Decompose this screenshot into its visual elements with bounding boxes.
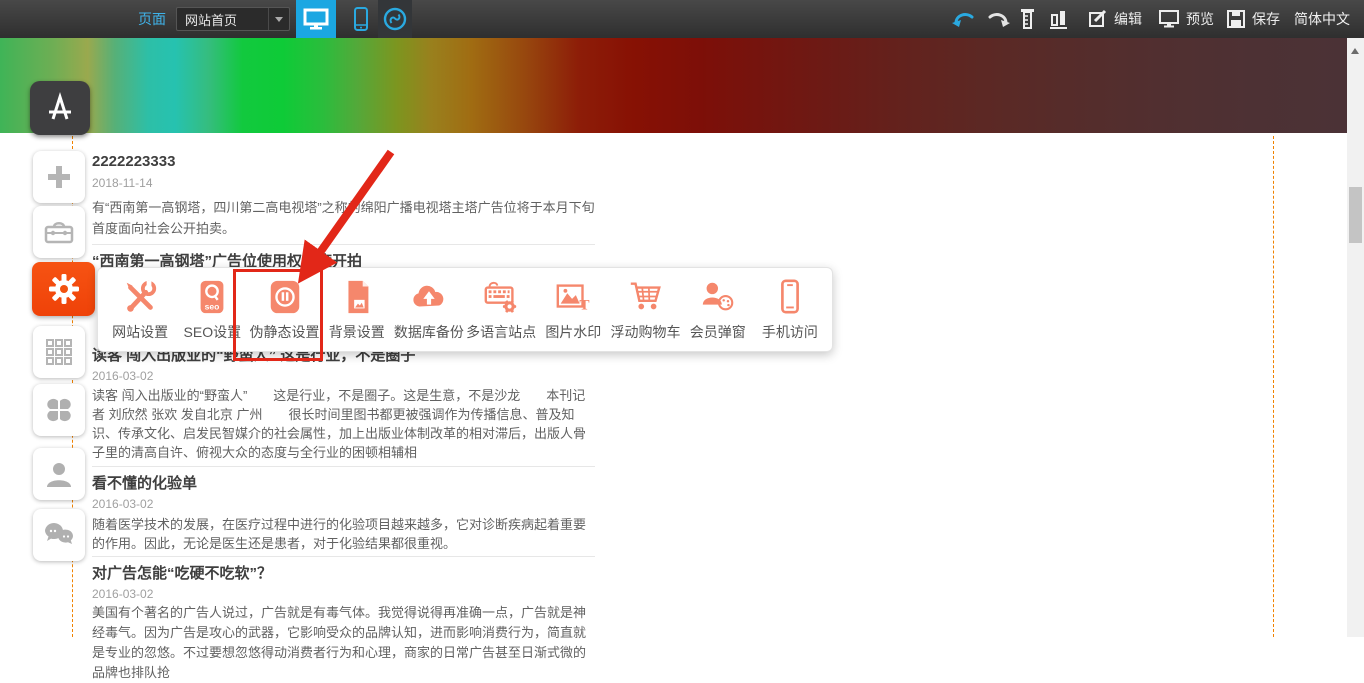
preview-button[interactable]: 预览 bbox=[1158, 0, 1214, 38]
app-logo-icon bbox=[43, 91, 77, 125]
save-button[interactable]: 保存 bbox=[1226, 0, 1280, 38]
divider bbox=[92, 466, 595, 467]
edit-label: 编辑 bbox=[1114, 9, 1142, 29]
article-date: 2018-11-14 bbox=[92, 176, 595, 190]
cloud-upload-icon bbox=[410, 278, 448, 316]
ruler-button[interactable] bbox=[1018, 0, 1036, 38]
chevron-down-icon bbox=[268, 8, 289, 30]
article-summary: 美国有个著名的广告人说过，广告就是有毒气体。我觉得说得再准确一点，广告就是神经毒… bbox=[92, 603, 595, 683]
wrench-screwdriver-icon bbox=[121, 278, 159, 316]
right-guide-line bbox=[1273, 136, 1274, 637]
article-date: 2016-03-02 bbox=[92, 369, 595, 383]
link-curve-icon bbox=[382, 6, 408, 32]
article-summary: 有“西南第一高钢塔，四川第二高电视塔”之称的绵阳广播电视塔主塔广告位将于本月下旬… bbox=[92, 197, 595, 239]
undo-icon bbox=[952, 9, 976, 29]
menu-item-multilanguage-site[interactable]: 多语言站点 bbox=[465, 278, 537, 342]
bar-chart-icon bbox=[1048, 8, 1070, 30]
menu-item-label: 网站设置 bbox=[112, 322, 168, 342]
menu-item-database-backup[interactable]: 数据库备份 bbox=[393, 278, 465, 342]
sidebar-item-modules[interactable] bbox=[33, 326, 85, 378]
shopping-cart-icon bbox=[627, 278, 665, 316]
menu-item-label: 数据库备份 bbox=[394, 322, 464, 342]
undo-button[interactable] bbox=[952, 0, 976, 38]
redo-icon bbox=[986, 9, 1010, 29]
grid-icon bbox=[45, 338, 73, 366]
preview-monitor-icon bbox=[1158, 9, 1180, 29]
article-title[interactable]: 2222223333 bbox=[92, 153, 595, 171]
gear-icon bbox=[48, 273, 80, 305]
page-selector-value: 网站首页 bbox=[185, 10, 237, 29]
pseudo-static-icon bbox=[266, 278, 304, 316]
member-popup-icon bbox=[699, 278, 737, 316]
settings-popup: 网站设置 seo SEO设置 伪静态设置 背景设置 bbox=[97, 267, 833, 352]
menu-item-label: 手机访问 bbox=[762, 322, 818, 342]
menu-item-label: 会员弹窗 bbox=[690, 322, 746, 342]
menu-item-image-watermark[interactable]: T 图片水印 bbox=[537, 278, 609, 342]
language-label: 简体中文 bbox=[1294, 9, 1350, 29]
desktop-icon bbox=[303, 7, 329, 31]
toolbox-icon bbox=[44, 219, 74, 245]
mobile-access-icon bbox=[771, 278, 809, 316]
preview-label: 预览 bbox=[1186, 9, 1214, 29]
scrollbar-thumb[interactable] bbox=[1349, 187, 1362, 243]
user-icon bbox=[44, 460, 74, 488]
divider bbox=[92, 244, 595, 245]
menu-item-background-settings[interactable]: 背景设置 bbox=[321, 278, 393, 342]
menu-item-seo-settings[interactable]: seo SEO设置 bbox=[176, 278, 248, 342]
plus-icon bbox=[46, 164, 72, 190]
stats-button[interactable] bbox=[1048, 0, 1070, 38]
keyboard-gear-icon bbox=[482, 278, 520, 316]
article-summary: 随着医学技术的发展，在医疗过程中进行的化验项目越来越多，它对诊断疾病起着重要的作… bbox=[92, 515, 595, 553]
edit-icon bbox=[1088, 9, 1108, 29]
menu-item-label: 图片水印 bbox=[545, 322, 601, 342]
top-toolbar: 页面 网站首页 编辑 预览 保存 简体 bbox=[0, 0, 1364, 38]
link-curve-button[interactable] bbox=[378, 0, 412, 38]
menu-item-floating-cart[interactable]: 浮动购物车 bbox=[609, 278, 681, 342]
language-selector[interactable]: 简体中文 bbox=[1294, 0, 1350, 38]
save-icon bbox=[1226, 9, 1246, 29]
sidebar-item-chat[interactable] bbox=[33, 509, 85, 561]
save-label: 保存 bbox=[1252, 9, 1280, 29]
sidebar-item-toolbox[interactable] bbox=[33, 206, 85, 258]
article-title[interactable]: 对广告怎能“吃硬不吃软”？ bbox=[92, 565, 595, 583]
image-watermark-icon: T bbox=[554, 278, 592, 316]
article-date: 2016-03-02 bbox=[92, 587, 595, 601]
background-page-icon bbox=[338, 278, 376, 316]
sidebar-item-settings[interactable] bbox=[32, 262, 95, 316]
ruler-icon bbox=[1018, 8, 1036, 30]
vertical-scrollbar[interactable] bbox=[1347, 38, 1364, 637]
page-label: 页面 bbox=[138, 0, 166, 38]
menu-item-member-popup[interactable]: 会员弹窗 bbox=[682, 278, 754, 342]
article-title[interactable]: 看不懂的化验单 bbox=[92, 475, 595, 493]
gradient-banner bbox=[0, 38, 1347, 133]
sidebar-item-app-logo[interactable] bbox=[30, 81, 90, 135]
redo-button[interactable] bbox=[986, 0, 1010, 38]
sidebar-item-add[interactable] bbox=[33, 151, 85, 203]
menu-item-site-settings[interactable]: 网站设置 bbox=[104, 278, 176, 342]
sidebar-item-components[interactable] bbox=[33, 384, 85, 436]
menu-item-mobile-access[interactable]: 手机访问 bbox=[754, 278, 826, 342]
menu-item-label: 浮动购物车 bbox=[611, 322, 681, 342]
menu-item-pseudo-static[interactable]: 伪静态设置 bbox=[248, 278, 320, 342]
svg-text:seo: seo bbox=[205, 301, 220, 311]
menu-item-label: SEO设置 bbox=[184, 322, 242, 342]
scroll-up-arrow-icon[interactable] bbox=[1351, 48, 1359, 54]
components-clover-icon bbox=[44, 395, 74, 425]
menu-item-label: 多语言站点 bbox=[466, 322, 536, 342]
edit-button[interactable]: 编辑 bbox=[1088, 0, 1142, 38]
chat-bubbles-icon bbox=[43, 522, 75, 548]
divider bbox=[92, 556, 595, 557]
svg-text:T: T bbox=[580, 296, 590, 313]
desktop-view-button[interactable] bbox=[296, 0, 336, 38]
page-selector[interactable]: 网站首页 bbox=[176, 7, 290, 31]
seo-magnifier-icon: seo bbox=[193, 278, 231, 316]
menu-item-label: 伪静态设置 bbox=[250, 322, 320, 342]
mobile-icon bbox=[352, 6, 370, 32]
article-list: 2222223333 2018-11-14 有“西南第一高钢塔，四川第二高电视塔… bbox=[92, 138, 595, 683]
article-summary: 读客 闯入出版业的“野蛮人” 这是行业，不是圈子。这是生意，不是沙龙 本刊记者 … bbox=[92, 386, 595, 462]
sidebar-item-members[interactable] bbox=[33, 448, 85, 500]
article-date: 2016-03-02 bbox=[92, 497, 595, 511]
mobile-view-button[interactable] bbox=[348, 0, 374, 38]
menu-item-label: 背景设置 bbox=[329, 322, 385, 342]
